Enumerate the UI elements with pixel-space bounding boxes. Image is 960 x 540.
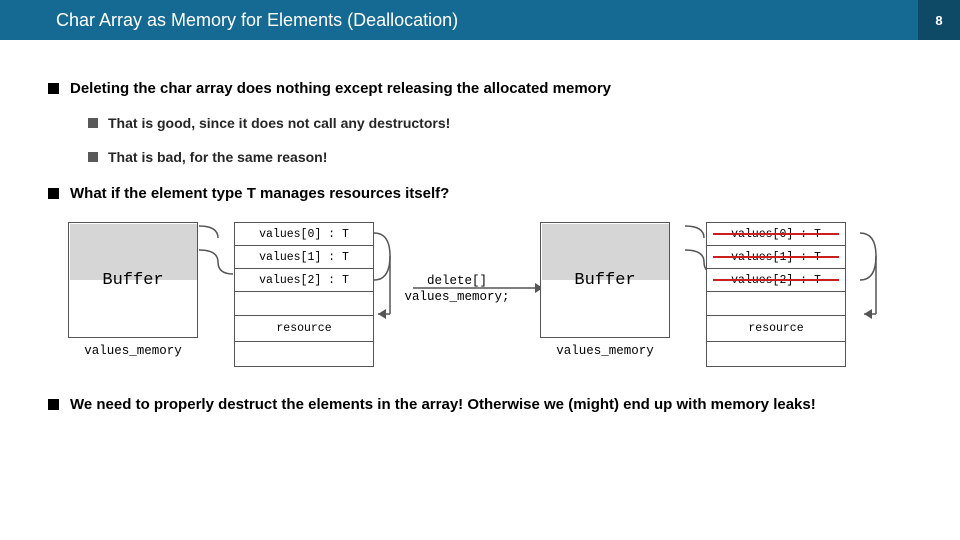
values-memory-label-left: values_memory — [68, 344, 198, 358]
diagram: Buffer values_memory values[0] : T value… — [68, 222, 912, 372]
cell-v2-right: values[2] : T — [706, 268, 846, 291]
bullet-2: What if the element type T manages resou… — [48, 185, 912, 202]
cell-v1-left: values[1] : T — [234, 245, 374, 268]
cell-v1-right: values[1] : T — [706, 245, 846, 268]
cell-resource-left: resource — [234, 315, 374, 341]
buffer-left: Buffer values_memory — [68, 222, 198, 358]
delete-op-l1: delete[] — [392, 273, 522, 289]
buffer-box-right: Buffer — [540, 222, 670, 338]
buffer-label-left: Buffer — [102, 271, 163, 290]
content: Deleting the char array does nothing exc… — [0, 40, 960, 413]
buffer-label-right: Buffer — [574, 271, 635, 290]
slide: Char Array as Memory for Elements (Deall… — [0, 0, 960, 540]
header: Char Array as Memory for Elements (Deall… — [0, 0, 960, 40]
cell-gap-right — [706, 291, 846, 315]
bullet-1: Deleting the char array does nothing exc… — [48, 80, 912, 165]
cell-resource-right: resource — [706, 315, 846, 341]
cell-end-right — [706, 341, 846, 367]
buffer-box-left: Buffer — [68, 222, 198, 338]
cell-v0-left: values[0] : T — [234, 222, 374, 245]
delete-op: delete[] values_memory; — [392, 273, 522, 306]
page-number: 8 — [918, 0, 960, 40]
strike-icon — [713, 279, 839, 281]
strike-icon — [713, 233, 839, 235]
slide-title: Char Array as Memory for Elements (Deall… — [0, 0, 918, 40]
bullet-1a: That is good, since it does not call any… — [88, 115, 912, 131]
cell-gap-left — [234, 291, 374, 315]
bullet-1-text: Deleting the char array does nothing exc… — [70, 80, 611, 97]
values-cells-right: values[0] : T values[1] : T values[2] : … — [706, 222, 846, 367]
values-memory-label-right: values_memory — [540, 344, 670, 358]
delete-op-l2: values_memory; — [392, 289, 522, 305]
cell-v0-right: values[0] : T — [706, 222, 846, 245]
bullet-1b: That is bad, for the same reason! — [88, 149, 912, 165]
cell-v2-left: values[2] : T — [234, 268, 374, 291]
buffer-right: Buffer values_memory — [540, 222, 670, 358]
strike-icon — [713, 256, 839, 258]
values-cells-left: values[0] : T values[1] : T values[2] : … — [234, 222, 374, 367]
bullet-3: We need to properly destruct the element… — [48, 396, 912, 413]
cell-end-left — [234, 341, 374, 367]
